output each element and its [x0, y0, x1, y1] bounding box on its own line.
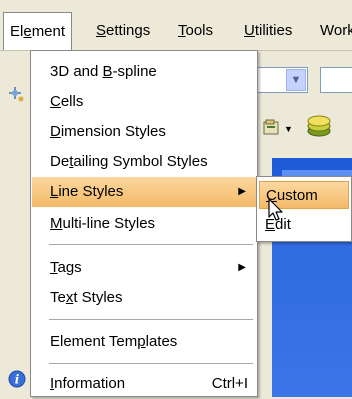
menu-element[interactable]: Element — [3, 12, 73, 50]
menu-item-element-templates[interactable]: Element Templates — [32, 327, 256, 357]
submenu-arrow-icon: ▶ — [238, 186, 246, 197]
mouse-pointer-icon — [268, 198, 284, 226]
menu-separator — [49, 319, 253, 320]
toolbar-combobox[interactable]: ▼ — [250, 67, 308, 93]
menu-item-multi-line-styles[interactable]: Multi-line Styles — [32, 209, 256, 239]
menu-work[interactable]: Work — [314, 12, 352, 50]
menu-separator — [49, 363, 253, 364]
toolbar-field[interactable] — [320, 67, 352, 93]
menu-utilities[interactable]: Utilities — [238, 12, 298, 50]
menu-item-tags[interactable]: Tags ▶ — [32, 253, 256, 283]
menu-item-line-styles[interactable]: Line Styles ▶ — [32, 177, 256, 207]
menu-item-detailing-symbol-styles[interactable]: Detailing Symbol Styles — [32, 147, 256, 177]
element-menu: 3D and B-spline Cells Dimension Styles D… — [30, 50, 258, 397]
menu-settings[interactable]: Settings — [90, 12, 156, 50]
menu-item-text-styles[interactable]: Text Styles — [32, 283, 256, 313]
chevron-down-icon[interactable]: ▼ — [286, 69, 306, 91]
svg-text:i: i — [15, 373, 20, 387]
menu-bar: Element Settings Tools Utilities Work — [0, 12, 352, 51]
menu-separator — [49, 244, 253, 245]
level-manager-icon[interactable] — [262, 118, 282, 140]
dropdown-arrow-icon[interactable]: ▼ — [284, 124, 293, 134]
menu-item-dimension-styles[interactable]: Dimension Styles — [32, 117, 256, 147]
menu-item-3d-bspline[interactable]: 3D and B-spline — [32, 57, 256, 87]
menu-tools[interactable]: Tools — [172, 12, 219, 50]
menu-item-information[interactable]: Information Ctrl+I — [32, 369, 256, 399]
cells-icon — [8, 86, 26, 108]
shortcut-label: Ctrl+I — [211, 375, 248, 392]
menu-item-cells[interactable]: Cells — [32, 87, 256, 117]
layers-icon[interactable] — [306, 115, 332, 141]
submenu-arrow-icon: ▶ — [238, 262, 246, 273]
information-icon: i — [8, 370, 26, 392]
